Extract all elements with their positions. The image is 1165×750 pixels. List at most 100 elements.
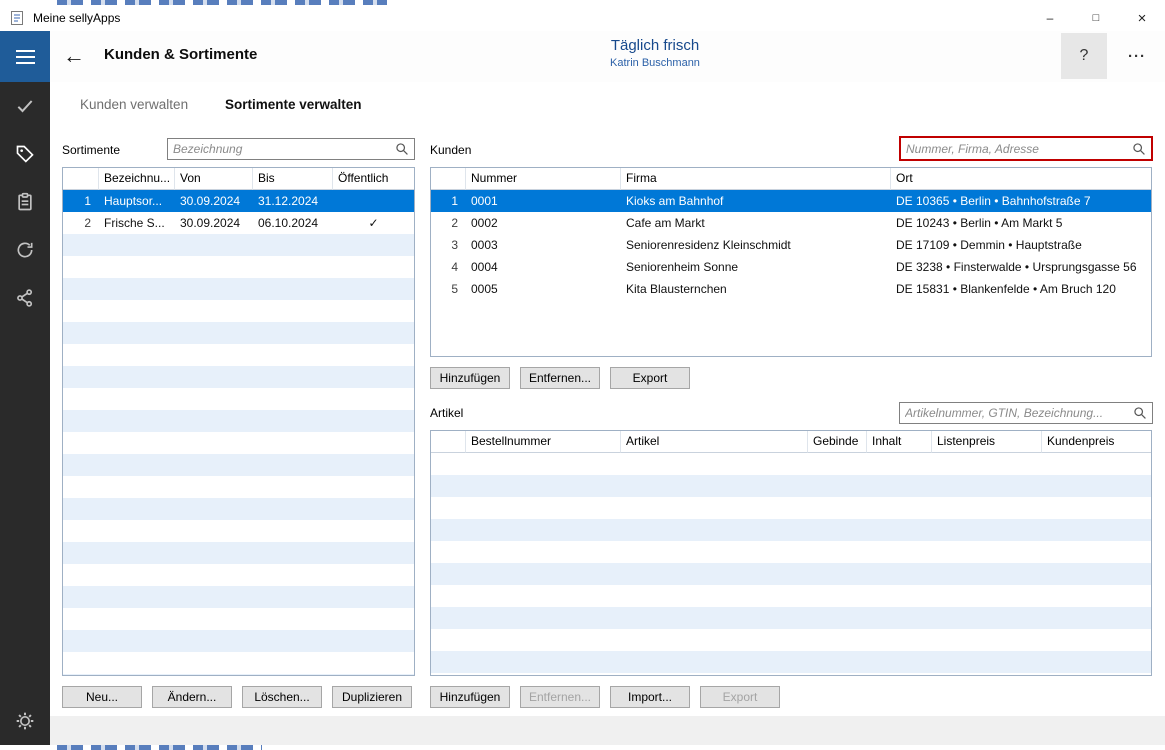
window-title: Meine sellyApps <box>33 11 120 25</box>
back-button[interactable]: ← <box>58 39 90 73</box>
sidebar-item-tasks[interactable] <box>0 82 50 130</box>
sidebar-item-sortimente[interactable] <box>0 130 50 178</box>
duplizieren-button[interactable]: Duplizieren <box>332 686 412 708</box>
minimize-button[interactable]: – <box>1027 5 1073 31</box>
artikel-table: Bestellnummer Artikel Gebinde Inhalt Lis… <box>430 430 1152 676</box>
column-header-listenpreis[interactable]: Listenpreis <box>932 431 1042 453</box>
sortimente-table: Bezeichnu... Von Bis Öffentlich 1Hauptso… <box>62 167 415 676</box>
tab-sortimente-verwalten[interactable]: Sortimente verwalten <box>225 97 362 112</box>
cell-firma: Kioks am Bahnhof <box>621 190 891 212</box>
column-header-oeffentlich[interactable]: Öffentlich <box>333 168 414 190</box>
column-header-kundenpreis[interactable]: Kundenpreis <box>1042 431 1151 453</box>
menu-button[interactable] <box>0 31 50 82</box>
cell-von: 30.09.2024 <box>175 212 253 234</box>
column-header-artikel[interactable]: Artikel <box>621 431 808 453</box>
app-window: Meine sellyApps – □ × ← Kunden & Sortime… <box>0 0 1165 750</box>
cell-nummer: 0004 <box>466 256 621 278</box>
artikel-export-button[interactable]: Export <box>700 686 780 708</box>
title-bar: Meine sellyApps – □ × <box>0 5 1165 31</box>
app-icon <box>9 10 25 26</box>
column-header-von[interactable]: Von <box>175 168 253 190</box>
sidebar-item-lists[interactable] <box>0 178 50 226</box>
column-header-bezeichnung[interactable]: Bezeichnu... <box>99 168 175 190</box>
close-button[interactable]: × <box>1119 5 1165 31</box>
kunden-export-button[interactable]: Export <box>610 367 690 389</box>
background-window-artifact-bottom <box>57 745 262 750</box>
cell-bezeichnung: Frische S... <box>99 212 175 234</box>
search-icon <box>1132 142 1146 156</box>
cell-num: 3 <box>431 234 466 256</box>
cell-num: 2 <box>431 212 466 234</box>
column-header-bis[interactable]: Bis <box>253 168 333 190</box>
share-icon <box>15 288 35 308</box>
column-header-bestellnummer[interactable]: Bestellnummer <box>466 431 621 453</box>
column-header-rownum <box>63 168 99 190</box>
sidebar-item-sync[interactable] <box>0 226 50 274</box>
kunden-table: Nummer Firma Ort 10001Kioks am BahnhofDE… <box>430 167 1152 357</box>
artikel-entfernen-button[interactable]: Entfernen... <box>520 686 600 708</box>
column-header-nummer[interactable]: Nummer <box>466 168 621 190</box>
table-row[interactable]: 2Frische S...30.09.202406.10.2024✓ <box>63 212 414 234</box>
cell-nummer: 0005 <box>466 278 621 300</box>
column-header-ort[interactable]: Ort <box>891 168 1151 190</box>
user-name: Katrin Buschmann <box>145 57 1165 69</box>
aendern-button[interactable]: Ändern... <box>152 686 232 708</box>
sortimente-search-input[interactable] <box>168 142 395 156</box>
footer-strip <box>50 716 1165 745</box>
tag-icon <box>15 144 35 164</box>
artikel-hinzufuegen-button[interactable]: Hinzufügen <box>430 686 510 708</box>
hamburger-icon <box>16 46 35 68</box>
cell-num: 5 <box>431 278 466 300</box>
sidebar <box>0 82 50 745</box>
column-header-inhalt[interactable]: Inhalt <box>867 431 932 453</box>
neu-button[interactable]: Neu... <box>62 686 142 708</box>
cell-nummer: 0003 <box>466 234 621 256</box>
table-row[interactable]: 10001Kioks am BahnhofDE 10365 • Berlin •… <box>431 190 1151 212</box>
sortimente-search <box>167 138 415 160</box>
tab-kunden-verwalten[interactable]: Kunden verwalten <box>80 97 188 112</box>
artikel-import-button[interactable]: Import... <box>610 686 690 708</box>
maximize-button[interactable]: □ <box>1073 5 1119 31</box>
help-button[interactable]: ? <box>1061 33 1107 79</box>
kunden-search-input[interactable] <box>901 142 1132 156</box>
cell-ort: DE 17109 • Demmin • Hauptstraße <box>891 234 1151 256</box>
cell-bis: 06.10.2024 <box>253 212 333 234</box>
table-header-row: Nummer Firma Ort <box>431 168 1151 190</box>
artikel-search <box>899 402 1153 424</box>
cell-von: 30.09.2024 <box>175 190 253 212</box>
search-icon <box>395 142 409 156</box>
cell-oeffentlich <box>333 190 414 212</box>
cell-num: 1 <box>431 190 466 212</box>
column-header-gebinde[interactable]: Gebinde <box>808 431 867 453</box>
column-header-firma[interactable]: Firma <box>621 168 891 190</box>
sidebar-item-settings[interactable] <box>0 699 50 743</box>
table-row[interactable]: 1Hauptsor...30.09.202431.12.2024 <box>63 190 414 212</box>
artikel-search-input[interactable] <box>900 406 1133 420</box>
sortimente-label: Sortimente <box>62 143 120 157</box>
artikel-label: Artikel <box>430 406 463 420</box>
sidebar-item-share[interactable] <box>0 274 50 322</box>
kunden-hinzufuegen-button[interactable]: Hinzufügen <box>430 367 510 389</box>
column-header-rownum <box>431 168 466 190</box>
cell-bis: 31.12.2024 <box>253 190 333 212</box>
table-row[interactable]: 40004Seniorenheim SonneDE 3238 • Finster… <box>431 256 1151 278</box>
table-row[interactable]: 30003Seniorenresidenz KleinschmidtDE 171… <box>431 234 1151 256</box>
table-row[interactable]: 20002Cafe am MarktDE 10243 • Berlin • Am… <box>431 212 1151 234</box>
column-header-rownum <box>431 431 466 453</box>
kunden-label: Kunden <box>430 143 471 157</box>
table-row[interactable]: 50005Kita BlausternchenDE 15831 • Blanke… <box>431 278 1151 300</box>
settings-gear-icon <box>15 711 35 731</box>
more-button[interactable]: ··· <box>1114 33 1160 79</box>
loeschen-button[interactable]: Löschen... <box>242 686 322 708</box>
search-icon <box>1133 406 1147 420</box>
kunden-entfernen-button[interactable]: Entfernen... <box>520 367 600 389</box>
clipboard-icon <box>15 192 35 212</box>
cell-ort: DE 3238 • Finsterwalde • Ursprungsgasse … <box>891 256 1151 278</box>
window-controls: – □ × <box>1027 5 1165 31</box>
empty-rows-area <box>431 453 1151 675</box>
cell-num: 4 <box>431 256 466 278</box>
cell-nummer: 0002 <box>466 212 621 234</box>
check-icon <box>15 96 35 116</box>
table-header-row: Bestellnummer Artikel Gebinde Inhalt Lis… <box>431 431 1151 453</box>
cell-firma: Seniorenheim Sonne <box>621 256 891 278</box>
